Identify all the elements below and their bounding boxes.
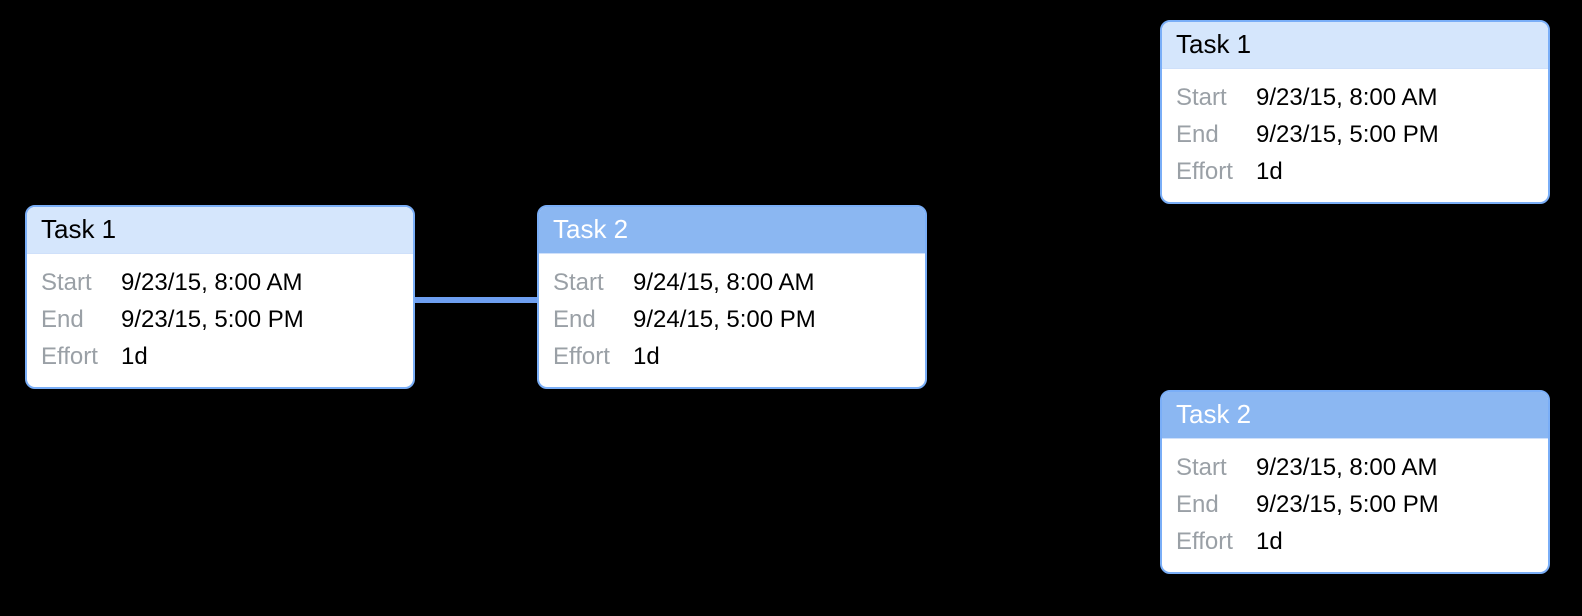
label-start: Start	[553, 264, 633, 301]
task-title: Task 1	[1162, 22, 1548, 69]
task-card-right-1[interactable]: Task 1 Start 9/23/15, 8:00 AM End 9/23/1…	[1160, 20, 1550, 204]
task-body: Start 9/23/15, 8:00 AM End 9/23/15, 5:00…	[1162, 69, 1548, 203]
label-start: Start	[1176, 449, 1256, 486]
row-effort: Effort 1d	[553, 338, 911, 375]
task-card-left-2[interactable]: Task 2 Start 9/24/15, 8:00 AM End 9/24/1…	[537, 205, 927, 389]
label-effort: Effort	[1176, 153, 1256, 190]
task-title: Task 2	[539, 207, 925, 254]
row-end: End 9/23/15, 5:00 PM	[41, 301, 399, 338]
row-start: Start 9/24/15, 8:00 AM	[553, 264, 911, 301]
label-effort: Effort	[1176, 523, 1256, 560]
task-card-left-1[interactable]: Task 1 Start 9/23/15, 8:00 AM End 9/23/1…	[25, 205, 415, 389]
label-effort: Effort	[553, 338, 633, 375]
dependency-connector	[415, 297, 537, 303]
value-end: 9/23/15, 5:00 PM	[1256, 486, 1439, 523]
value-start: 9/23/15, 8:00 AM	[121, 264, 302, 301]
value-end: 9/23/15, 5:00 PM	[1256, 116, 1439, 153]
value-effort: 1d	[121, 338, 148, 375]
value-start: 9/23/15, 8:00 AM	[1256, 449, 1437, 486]
row-end: End 9/23/15, 5:00 PM	[1176, 486, 1534, 523]
label-end: End	[1176, 486, 1256, 523]
value-end: 9/24/15, 5:00 PM	[633, 301, 816, 338]
row-start: Start 9/23/15, 8:00 AM	[1176, 449, 1534, 486]
label-effort: Effort	[41, 338, 121, 375]
value-start: 9/23/15, 8:00 AM	[1256, 79, 1437, 116]
row-effort: Effort 1d	[1176, 153, 1534, 190]
label-start: Start	[1176, 79, 1256, 116]
task-title: Task 1	[27, 207, 413, 254]
value-start: 9/24/15, 8:00 AM	[633, 264, 814, 301]
row-end: End 9/23/15, 5:00 PM	[1176, 116, 1534, 153]
row-effort: Effort 1d	[1176, 523, 1534, 560]
task-body: Start 9/23/15, 8:00 AM End 9/23/15, 5:00…	[1162, 439, 1548, 573]
value-effort: 1d	[1256, 523, 1283, 560]
task-body: Start 9/24/15, 8:00 AM End 9/24/15, 5:00…	[539, 254, 925, 388]
row-end: End 9/24/15, 5:00 PM	[553, 301, 911, 338]
value-effort: 1d	[633, 338, 660, 375]
task-card-right-2[interactable]: Task 2 Start 9/23/15, 8:00 AM End 9/23/1…	[1160, 390, 1550, 574]
label-end: End	[553, 301, 633, 338]
value-end: 9/23/15, 5:00 PM	[121, 301, 304, 338]
row-effort: Effort 1d	[41, 338, 399, 375]
label-end: End	[41, 301, 121, 338]
task-title: Task 2	[1162, 392, 1548, 439]
row-start: Start 9/23/15, 8:00 AM	[41, 264, 399, 301]
task-body: Start 9/23/15, 8:00 AM End 9/23/15, 5:00…	[27, 254, 413, 388]
label-end: End	[1176, 116, 1256, 153]
value-effort: 1d	[1256, 153, 1283, 190]
row-start: Start 9/23/15, 8:00 AM	[1176, 79, 1534, 116]
label-start: Start	[41, 264, 121, 301]
